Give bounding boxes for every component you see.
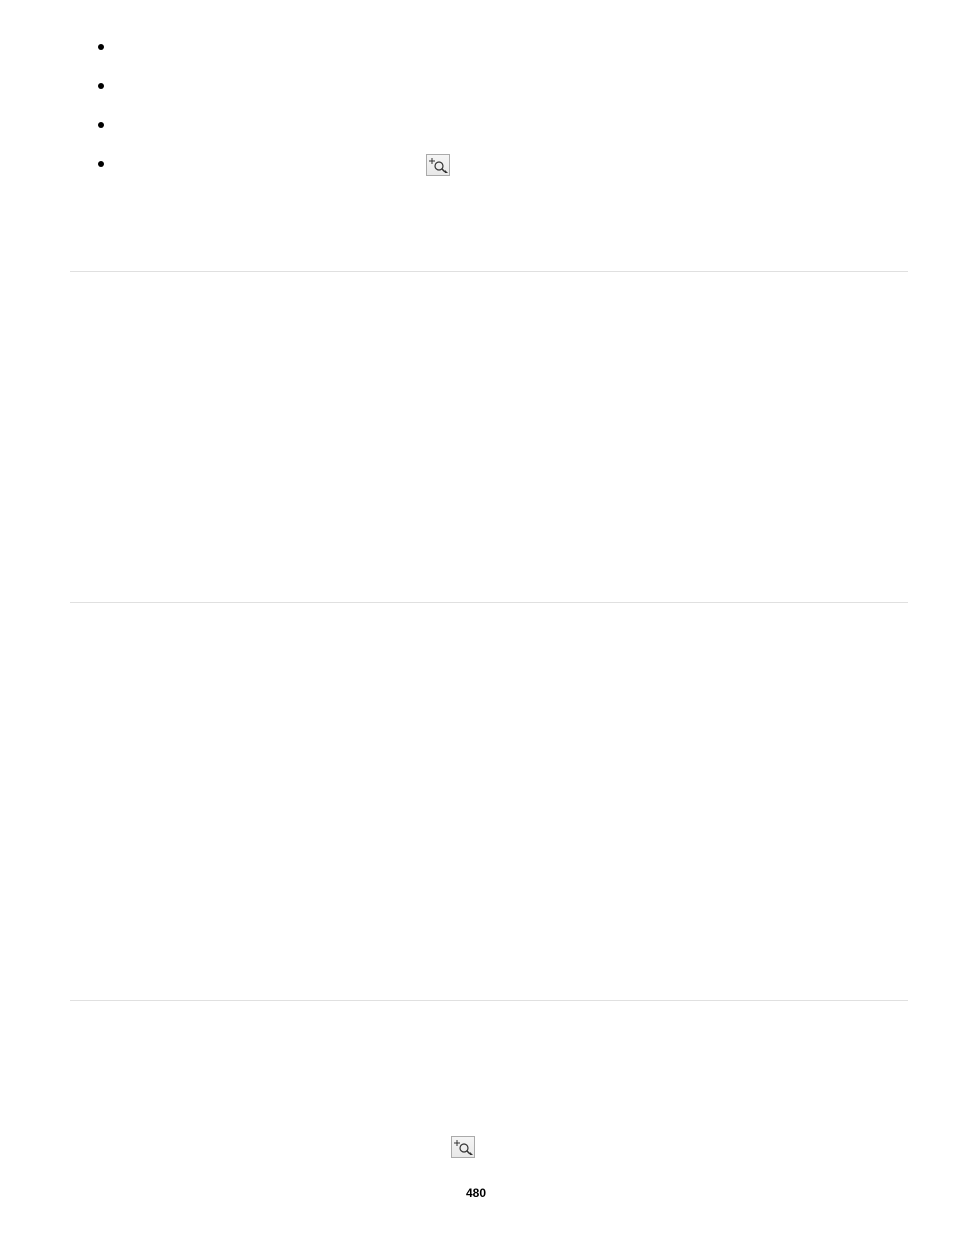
zoom-icon[interactable]	[451, 1136, 475, 1158]
divider	[70, 1000, 908, 1001]
divider	[70, 602, 908, 603]
list-bullet	[98, 122, 104, 128]
zoom-icon[interactable]	[426, 154, 450, 176]
list-bullet	[98, 44, 104, 50]
bullet-list	[98, 44, 104, 200]
divider	[70, 271, 908, 272]
list-bullet	[98, 83, 104, 89]
list-bullet	[98, 161, 104, 167]
page-number: 480	[466, 1186, 486, 1200]
